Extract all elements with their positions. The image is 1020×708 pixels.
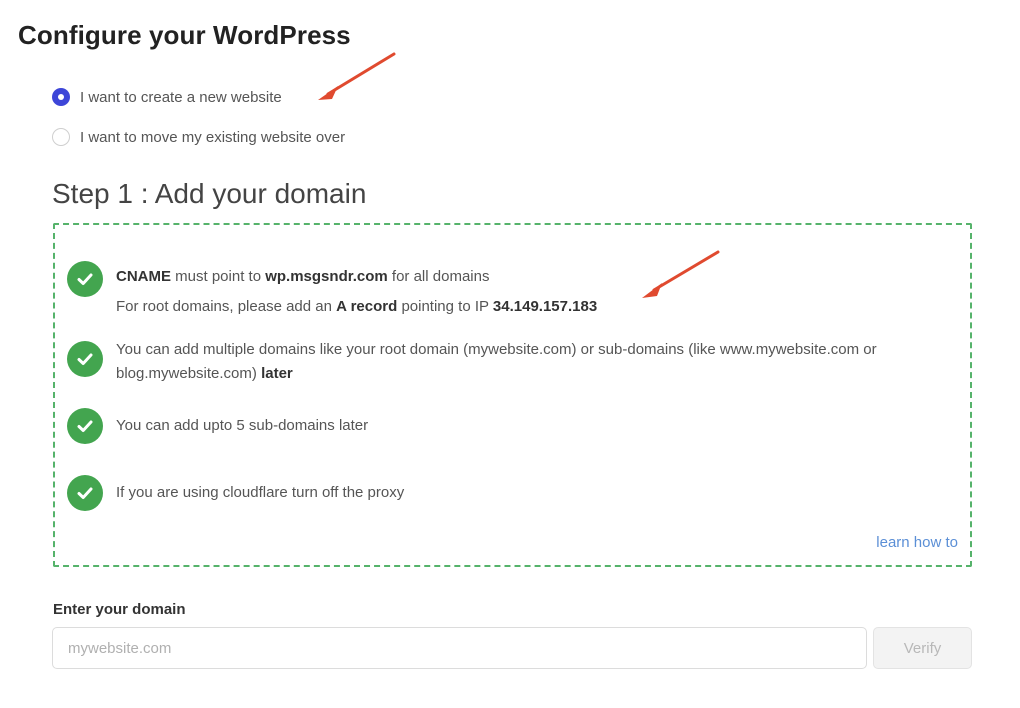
page-title: Configure your WordPress <box>18 20 351 50</box>
annotation-arrow-icon <box>318 52 396 100</box>
domain-label: Enter your domain <box>53 601 186 618</box>
info-text-line: You can add multiple domains like your r… <box>116 341 877 382</box>
info-item-cloudflare: If you are using cloudflare turn off the… <box>67 475 404 511</box>
option-create-new-website[interactable]: I want to create a new website <box>52 88 282 106</box>
annotation-arrow-icon <box>642 250 720 298</box>
info-item-cname: CNAME must point to wp.msgsndr.com for a… <box>67 261 597 319</box>
option-move-existing-website[interactable]: I want to move my existing website over <box>52 128 345 146</box>
info-text-line: If you are using cloudflare turn off the… <box>116 484 405 501</box>
domain-input[interactable] <box>52 627 867 669</box>
check-circle-icon <box>67 408 103 444</box>
domain-instructions-box: CNAME must point to wp.msgsndr.com for a… <box>53 223 972 567</box>
option-label: I want to create a new website <box>80 88 282 106</box>
info-text-line: You can add upto 5 sub-domains later <box>116 417 369 434</box>
learn-how-to-link[interactable]: learn how to <box>876 534 958 551</box>
info-item-multiple-domains: You can add multiple domains like your r… <box>67 341 946 386</box>
radio-checked-icon[interactable] <box>52 88 70 106</box>
verify-button[interactable]: Verify <box>873 627 972 669</box>
ip-address: 34.149.157.183 <box>492 298 598 315</box>
check-circle-icon <box>67 475 103 511</box>
radio-unchecked-icon[interactable] <box>52 128 70 146</box>
info-item-subdomains: You can add upto 5 sub-domains later <box>67 408 368 444</box>
check-circle-icon <box>67 261 103 297</box>
info-text-line: CNAME must point to wp.msgsndr.com for a… <box>116 268 490 285</box>
check-circle-icon <box>67 341 103 377</box>
option-label: I want to move my existing website over <box>80 128 346 146</box>
step-title: Step 1 : Add your domain <box>52 178 367 209</box>
info-text-line: For root domains, please add an A record… <box>116 298 598 315</box>
